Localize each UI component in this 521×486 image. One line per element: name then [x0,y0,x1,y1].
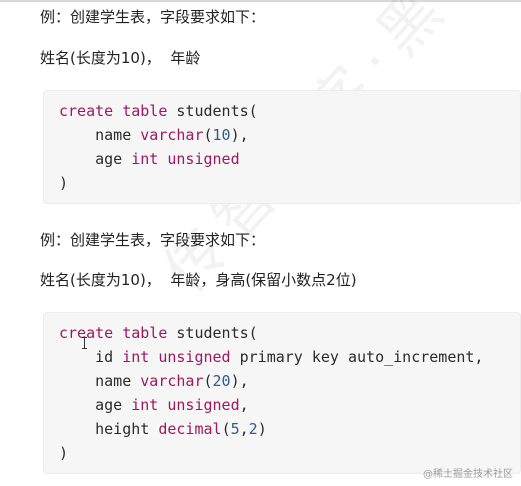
code-keyword: create [59,324,114,342]
code-number: 10 [212,126,231,144]
code-line: create table students( [59,99,258,123]
code-text: name [59,126,141,144]
code-keyword: unsigned [158,348,231,366]
code-text: ) [59,174,69,192]
code-line: age int unsigned, [59,393,249,417]
text-cursor-icon [82,337,87,349]
code-line: id int unsigned primary key auto_increme… [59,345,483,369]
code-line: ) [59,171,68,195]
code-keyword: create [59,102,114,120]
code-keyword: table [122,102,168,120]
site-watermark: @稀土掘金技术社区 [423,469,513,480]
code-text: ( [221,420,231,438]
code-line: height decimal(5,2) [59,417,267,441]
field-requirements-2: 姓名(长度为10)， 年龄，身高(保留小数点2位) [40,271,357,289]
code-line: name varchar(10), [59,123,249,147]
code-line: ) [59,441,68,465]
code-line: create table students( [59,321,258,345]
code-text: students( [167,102,258,120]
code-keyword: varchar [140,372,204,390]
field-requirements-1: 姓名(长度为10)， 年龄 [40,49,201,67]
code-text: name [59,372,141,390]
code-number: 2 [248,420,258,438]
code-text: ), [230,126,249,144]
example-heading-2: 例：创建学生表，字段要求如下： [40,231,266,249]
code-keyword: unsigned [167,396,240,414]
code-text: , [239,396,249,414]
code-block-1: create table students( name varchar(10),… [43,90,521,204]
code-line: age int unsigned [59,147,240,171]
code-text: height [59,420,159,438]
example-heading-1: 例：创建学生表，字段要求如下： [40,8,266,26]
top-divider [0,0,521,2]
code-text: primary key auto_increment, [230,348,484,366]
code-text: ) [59,444,69,462]
code-text: id [59,348,123,366]
code-text: students( [167,324,258,342]
code-text: ) [257,420,267,438]
code-number: 5 [230,420,240,438]
code-keyword: varchar [140,126,204,144]
code-block-2: create table students( id int unsigned p… [43,312,521,474]
code-text: ), [230,372,249,390]
code-keyword: int [131,150,159,168]
code-text: ( [203,126,213,144]
code-number: 20 [212,372,231,390]
code-keyword: unsigned [167,150,240,168]
code-text: , [239,420,249,438]
code-keyword: decimal [158,420,222,438]
code-keyword: int [131,396,159,414]
code-line: name varchar(20), [59,369,249,393]
code-text: ( [203,372,213,390]
code-keyword: table [122,324,168,342]
code-keyword: int [122,348,150,366]
code-text: age [59,150,132,168]
code-text: age [59,396,132,414]
